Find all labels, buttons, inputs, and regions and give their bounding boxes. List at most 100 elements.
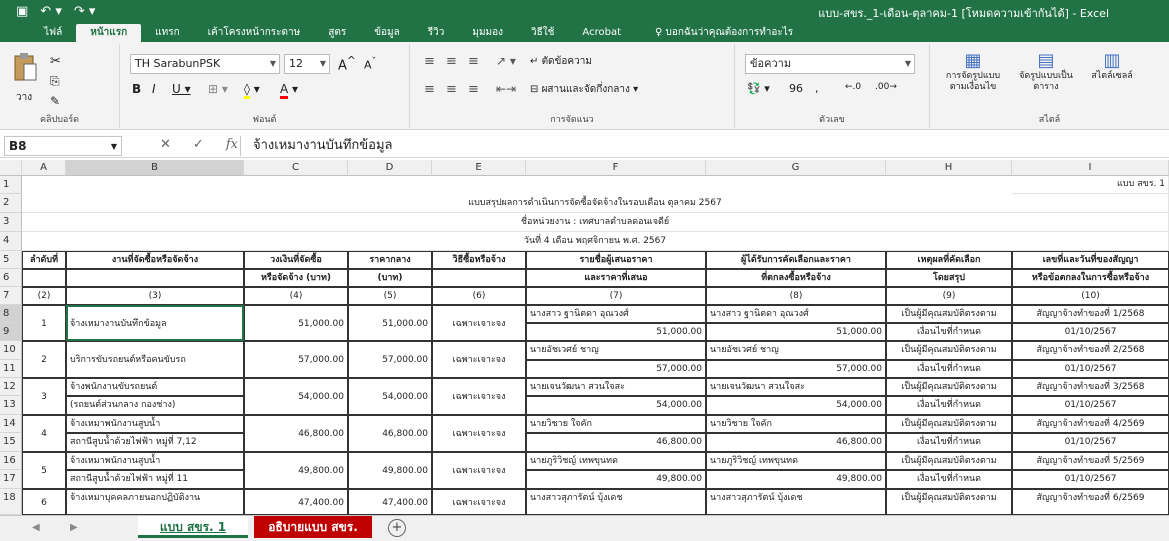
- row-header[interactable]: 17: [0, 470, 22, 489]
- column-number-cell[interactable]: (5): [348, 287, 432, 305]
- scroll-left-icon[interactable]: ◀: [32, 522, 40, 533]
- row-header[interactable]: 5: [0, 251, 22, 269]
- align-bottom-icon[interactable]: ≡: [468, 54, 479, 69]
- tab-view[interactable]: มุมมอง: [458, 24, 517, 42]
- report-title-cell[interactable]: แบบสรุปผลการดำเนินการจัดซื้อจัดจ้างในรอบ…: [22, 194, 1169, 213]
- fill-color-icon[interactable]: ◊ ▾: [244, 82, 260, 99]
- row-header[interactable]: 8: [0, 305, 22, 323]
- winner-cell[interactable]: นายวิชาย ใจคัก: [706, 415, 886, 433]
- number-format-select[interactable]: ข้อความ ▼: [745, 54, 915, 74]
- agency-cell[interactable]: ชื่อหน่วยงาน : เทศบาลตำบลดอนเจดีย์: [22, 213, 1169, 232]
- header-cell[interactable]: ราคากลาง: [348, 251, 432, 269]
- row-header[interactable]: 10: [0, 341, 22, 360]
- mid-price-cell[interactable]: 46,800.00: [348, 415, 432, 452]
- mid-price-cell[interactable]: 54,000.00: [348, 378, 432, 415]
- bid-price-cell[interactable]: 51,000.00: [526, 323, 706, 341]
- item-cell[interactable]: (รถยนต์ส่วนกลาง กองช่าง): [66, 396, 244, 415]
- column-number-cell[interactable]: (10): [1012, 287, 1169, 305]
- font-name-select[interactable]: TH SarabunPSK ▼: [130, 54, 280, 74]
- header-cell[interactable]: [66, 269, 244, 287]
- reason-cell[interactable]: เป็นผู้มีคุณสมบัติตรงตาม: [886, 489, 1012, 515]
- record-number-cell[interactable]: 2: [22, 341, 66, 378]
- budget-cell[interactable]: 51,000.00: [244, 305, 348, 341]
- sheet-tab-explanation[interactable]: อธิบายแบบ สขร. 1: [254, 516, 372, 538]
- mid-price-cell[interactable]: 47,400.00: [348, 489, 432, 515]
- winner-cell[interactable]: นายอัชเวศย์ ชาญ: [706, 341, 886, 360]
- borders-icon[interactable]: ⊞ ▾: [208, 82, 228, 96]
- column-header-d[interactable]: D: [348, 160, 432, 176]
- currency-icon[interactable]: 💱 ▾: [747, 82, 770, 95]
- redo-icon[interactable]: ↷ ▾: [74, 4, 96, 19]
- header-cell[interactable]: ลำดับที่: [22, 251, 66, 269]
- column-number-cell[interactable]: (7): [526, 287, 706, 305]
- column-header-a[interactable]: A: [22, 160, 66, 176]
- bidder-cell[interactable]: นายอัชเวศย์ ชาญ: [526, 341, 706, 360]
- budget-cell[interactable]: 46,800.00: [244, 415, 348, 452]
- contract-cell[interactable]: สัญญาจ้างทำของที่ 4/2569: [1012, 415, 1169, 433]
- save-icon[interactable]: ▣: [16, 4, 28, 19]
- header-cell[interactable]: และราคาที่เสนอ: [526, 269, 706, 287]
- header-cell[interactable]: โดยสรุป: [886, 269, 1012, 287]
- tell-me-box[interactable]: ♀ บอกฉันว่าคุณต้องการทำอะไร: [635, 24, 793, 42]
- formula-input[interactable]: จ้างเหมางานบันทึกข้อมูล: [240, 136, 1165, 156]
- reason-cell[interactable]: เงื่อนไขที่กำหนด: [886, 323, 1012, 341]
- row-header[interactable]: 4: [0, 232, 22, 251]
- shrink-font-icon[interactable]: Aˇ: [364, 56, 376, 72]
- header-cell[interactable]: เลขที่และวันที่ของสัญญา: [1012, 251, 1169, 269]
- form-code-cell[interactable]: แบบ สขร. 1: [1012, 176, 1169, 194]
- reason-cell[interactable]: เงื่อนไขที่กำหนด: [886, 360, 1012, 378]
- column-header-b[interactable]: B: [66, 160, 244, 176]
- method-cell[interactable]: เฉพาะเจาะจง: [432, 305, 526, 341]
- row-header[interactable]: 9: [0, 323, 22, 341]
- contract-cell[interactable]: สัญญาจ้างทำของที่ 2/2568: [1012, 341, 1169, 360]
- header-cell[interactable]: วิธีซื้อหรือจ้าง: [432, 251, 526, 269]
- bidder-cell[interactable]: นายภูริวิชญ์ เทพขุนทด: [526, 452, 706, 470]
- contract-date-cell[interactable]: 01/10/2567: [1012, 323, 1169, 341]
- header-cell[interactable]: รายชื่อผู้เสนอราคา: [526, 251, 706, 269]
- bidder-cell[interactable]: นายวิชาย ใจคัก: [526, 415, 706, 433]
- align-top-icon[interactable]: ≡: [424, 54, 435, 69]
- item-cell[interactable]: จ้างพนักงานขับรถยนต์: [66, 378, 244, 396]
- tab-page-layout[interactable]: เค้าโครงหน้ากระดาษ: [194, 24, 315, 42]
- contract-date-cell[interactable]: 01/10/2567: [1012, 470, 1169, 489]
- name-box[interactable]: B8 ▼: [4, 136, 122, 156]
- mid-price-cell[interactable]: 51,000.00: [348, 305, 432, 341]
- budget-cell[interactable]: 57,000.00: [244, 341, 348, 378]
- method-cell[interactable]: เฉพาะเจาะจง: [432, 378, 526, 415]
- paste-label[interactable]: วาง: [16, 90, 32, 105]
- column-number-cell[interactable]: (8): [706, 287, 886, 305]
- column-number-cell[interactable]: (9): [886, 287, 1012, 305]
- bidder-cell[interactable]: นางสาวสุภารัตน์ บุ้งเดช: [526, 489, 706, 515]
- winner-cell[interactable]: นางสาวสุภารัตน์ บุ้งเดช: [706, 489, 886, 515]
- row-header[interactable]: 16: [0, 452, 22, 470]
- row-header[interactable]: 15: [0, 433, 22, 452]
- column-number-cell[interactable]: (6): [432, 287, 526, 305]
- budget-cell[interactable]: 49,800.00: [244, 452, 348, 489]
- header-cell[interactable]: (บาท): [348, 269, 432, 287]
- sheet-tab-form[interactable]: แบบ สขร. 1: [138, 516, 248, 538]
- column-number-cell[interactable]: (3): [66, 287, 244, 305]
- record-number-cell[interactable]: 5: [22, 452, 66, 489]
- row-header[interactable]: 14: [0, 415, 22, 433]
- align-left-icon[interactable]: ≡: [424, 82, 435, 97]
- contract-cell[interactable]: สัญญาจ้างทำของที่ 1/2568: [1012, 305, 1169, 323]
- tab-review[interactable]: รีวิว: [414, 24, 459, 42]
- undo-icon[interactable]: ↶ ▾: [40, 4, 62, 19]
- format-painter-icon[interactable]: ✎: [50, 94, 60, 108]
- row-header[interactable]: 11: [0, 360, 22, 378]
- header-cell[interactable]: งานที่จัดซื้อหรือจัดจ้าง: [66, 251, 244, 269]
- record-number-cell[interactable]: 4: [22, 415, 66, 452]
- reason-cell[interactable]: เงื่อนไขที่กำหนด: [886, 396, 1012, 415]
- column-number-cell[interactable]: (2): [22, 287, 66, 305]
- tab-acrobat[interactable]: Acrobat: [568, 24, 635, 42]
- win-price-cell[interactable]: 54,000.00: [706, 396, 886, 415]
- bold-button[interactable]: B: [132, 82, 141, 96]
- paste-icon[interactable]: [12, 52, 38, 82]
- column-number-cell[interactable]: (4): [244, 287, 348, 305]
- scroll-right-icon[interactable]: ▶: [70, 522, 78, 533]
- increase-decimal-icon[interactable]: ←.0: [845, 82, 861, 92]
- contract-date-cell[interactable]: 01/10/2567: [1012, 396, 1169, 415]
- winner-cell[interactable]: นายภูริวิชญ์ เทพขุนทด: [706, 452, 886, 470]
- row-header[interactable]: 2: [0, 194, 22, 213]
- column-header-c[interactable]: C: [244, 160, 348, 176]
